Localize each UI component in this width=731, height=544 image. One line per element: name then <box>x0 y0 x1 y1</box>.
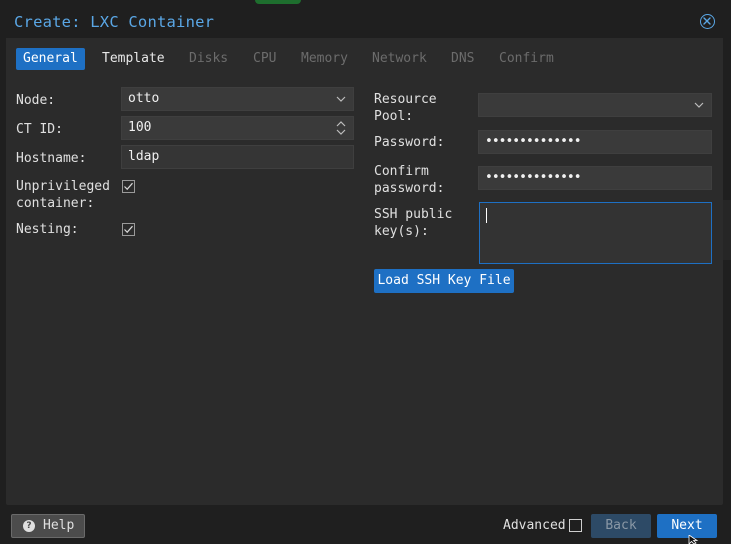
node-value: otto <box>128 91 160 106</box>
load-ssh-key-button[interactable]: Load SSH Key File <box>374 269 514 293</box>
tab-network[interactable]: Network <box>365 48 434 70</box>
help-label: Help <box>43 518 75 533</box>
ssh-key-label-line2: key(s): <box>374 224 429 239</box>
confirm-password-label-line1: Confirm <box>374 164 429 179</box>
tab-memory[interactable]: Memory <box>294 48 355 70</box>
ctid-spinner[interactable]: 100 <box>121 116 354 140</box>
close-icon[interactable] <box>700 14 715 29</box>
spinner-arrows-icon[interactable] <box>335 119 347 137</box>
password-input[interactable]: •••••••••••••• <box>478 130 712 154</box>
help-button[interactable]: ? Help <box>11 514 85 538</box>
password-value: •••••••••••••• <box>485 134 582 149</box>
nesting-label: Nesting: <box>16 222 79 237</box>
tab-general[interactable]: General <box>16 48 85 70</box>
tab-confirm[interactable]: Confirm <box>492 48 561 70</box>
tab-cpu[interactable]: CPU <box>246 48 283 70</box>
dialog-footer: ? Help Advanced Back Next <box>0 505 731 544</box>
next-button[interactable]: Next <box>657 514 717 538</box>
wizard-tabs: General Template Disks CPU Memory Networ… <box>6 38 723 83</box>
help-icon: ? <box>23 520 35 532</box>
create-lxc-dialog: Create: LXC Container General Template D… <box>0 0 731 544</box>
unprivileged-checkbox[interactable] <box>122 180 135 193</box>
chevron-down-icon[interactable] <box>335 92 347 106</box>
confirm-password-value: •••••••••••••• <box>485 170 582 185</box>
tab-disks[interactable]: Disks <box>182 48 235 70</box>
ctid-value: 100 <box>128 120 152 135</box>
advanced-label: Advanced <box>503 518 566 533</box>
text-caret <box>486 208 487 223</box>
mouse-pointer-icon <box>688 535 699 544</box>
node-select[interactable]: otto <box>121 87 354 111</box>
back-button[interactable]: Back <box>591 514 651 538</box>
node-label: Node: <box>16 93 56 108</box>
wizard-panel: General Template Disks CPU Memory Networ… <box>6 38 723 505</box>
dialog-title: Create: LXC Container <box>14 13 215 31</box>
hostname-value: ldap <box>128 149 160 164</box>
confirm-password-input[interactable]: •••••••••••••• <box>478 166 712 190</box>
unprivileged-label-line2: container: <box>16 196 95 211</box>
resource-pool-select[interactable] <box>478 93 712 117</box>
ssh-key-textarea[interactable] <box>479 202 712 264</box>
tab-template[interactable]: Template <box>95 48 172 70</box>
confirm-password-label-line2: password: <box>374 181 445 196</box>
tab-dns[interactable]: DNS <box>444 48 481 70</box>
nesting-checkbox[interactable] <box>122 223 135 236</box>
ctid-label: CT ID: <box>16 122 63 137</box>
hostname-input[interactable]: ldap <box>121 145 354 169</box>
hostname-label: Hostname: <box>16 151 87 166</box>
pool-label-line2: Pool: <box>374 109 414 124</box>
ssh-key-label-line1: SSH public <box>374 207 453 222</box>
background-window-edge <box>722 200 731 260</box>
pool-label-line1: Resource <box>374 92 437 107</box>
advanced-checkbox[interactable] <box>569 519 582 532</box>
password-label: Password: <box>374 135 445 150</box>
unprivileged-label-line1: Unprivileged <box>16 179 110 194</box>
chevron-down-icon[interactable] <box>693 98 705 112</box>
